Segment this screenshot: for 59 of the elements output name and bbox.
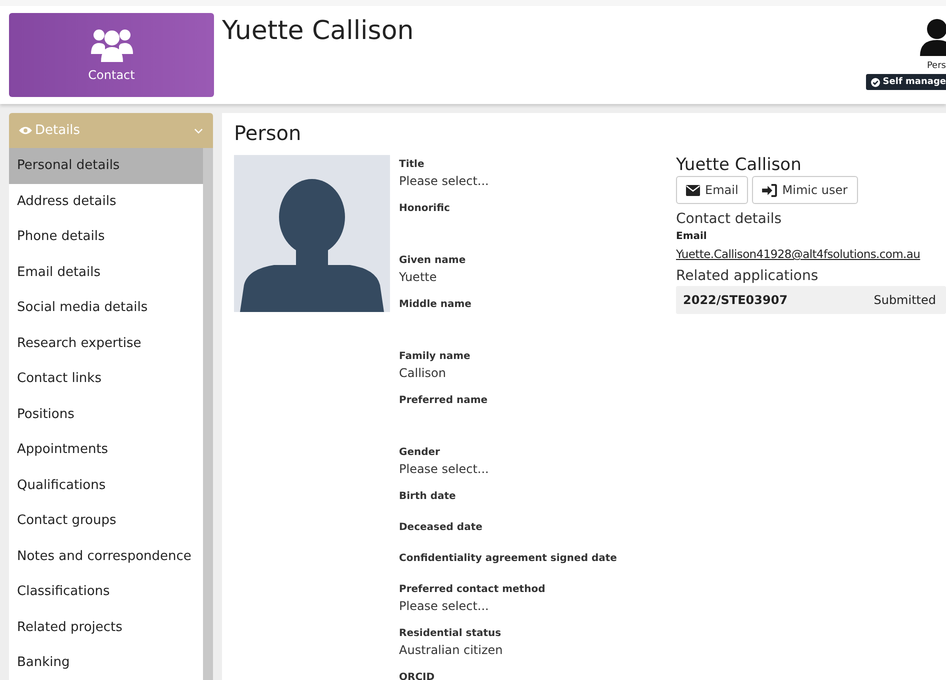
field-label: Honorific [399, 203, 451, 214]
application-row[interactable]: 2022/STE03907 Submitted [676, 286, 946, 314]
field-label: Family name [399, 351, 472, 362]
section-title: Details [35, 123, 82, 138]
sidebar-item[interactable]: Related projects [9, 610, 203, 645]
field-label: Preferred name [399, 395, 489, 406]
sidebar-item[interactable]: Contact groups [9, 503, 203, 538]
application-status: Submitted [874, 293, 936, 307]
sidebar-item[interactable]: Address details [9, 184, 203, 219]
module-label: Contact [88, 68, 135, 82]
check-icon [870, 78, 880, 86]
sidebar-item[interactable]: Notes and correspondence [9, 538, 203, 574]
sidebar-item[interactable]: Classifications [9, 574, 203, 610]
eye-icon [19, 126, 32, 135]
sidebar-item[interactable]: Phone details [9, 219, 203, 254]
application-id: 2022/STE03907 [683, 293, 788, 307]
module-tile[interactable]: Contact [9, 13, 214, 97]
field-label: Confidentiality agreement signed date [399, 553, 618, 564]
sidebar-item[interactable]: Banking [9, 645, 203, 680]
login-icon [762, 184, 778, 196]
related-applications-heading: Related applications [676, 268, 818, 284]
email-label: Email [676, 231, 707, 242]
field-label: Residential status [399, 628, 502, 639]
envelope-icon [686, 184, 700, 196]
sidebar-item[interactable]: Research expertise [9, 326, 203, 361]
sidebar-item[interactable]: Contact links [9, 361, 203, 396]
badge-label: Self manage [882, 77, 946, 87]
chevron-icon [194, 128, 203, 134]
field-label: Gender [399, 447, 441, 458]
user-icon[interactable] [920, 18, 946, 56]
person-name: Yuette Callison [676, 155, 802, 175]
field-value[interactable]: Australian citizen [399, 643, 676, 657]
sidebar-item[interactable]: Social media details [9, 290, 203, 326]
field-value[interactable]: Please select... [399, 462, 676, 476]
email-button[interactable]: Email [676, 176, 748, 204]
field-label: Middle name [399, 299, 472, 310]
email-link[interactable]: Yuette.Callison41928@alt4fsolutions.com.au [676, 247, 920, 261]
field-value[interactable]: Please select... [399, 599, 676, 613]
field-label: Given name [399, 255, 467, 266]
field-label: ORCID [399, 672, 436, 680]
user-label: Pers [926, 61, 946, 71]
field-label: Deceased date [399, 522, 484, 533]
sidebar-item[interactable]: Appointments [9, 432, 203, 468]
section-heading: Person [234, 121, 302, 145]
field-label: Preferred contact method [399, 584, 546, 595]
mimic-user-button[interactable]: Mimic user [752, 176, 858, 204]
sidebar-item[interactable]: Personal details [9, 148, 203, 184]
contact-details-heading: Contact details [676, 211, 782, 227]
people-icon [90, 28, 134, 62]
field-label: Title [399, 159, 426, 170]
scrollbar[interactable] [203, 148, 213, 680]
field-value[interactable]: Callison [399, 366, 676, 380]
sidebar-item[interactable]: Qualifications [9, 468, 203, 503]
sidebar-item[interactable]: Positions [9, 396, 203, 432]
field-value[interactable]: Please select... [399, 174, 676, 188]
field-label: Birth date [399, 491, 457, 502]
field-value[interactable]: Yuette [399, 270, 676, 284]
sidebar-item[interactable]: Email details [9, 254, 203, 290]
contact-name: Yuette Callison [222, 16, 415, 46]
